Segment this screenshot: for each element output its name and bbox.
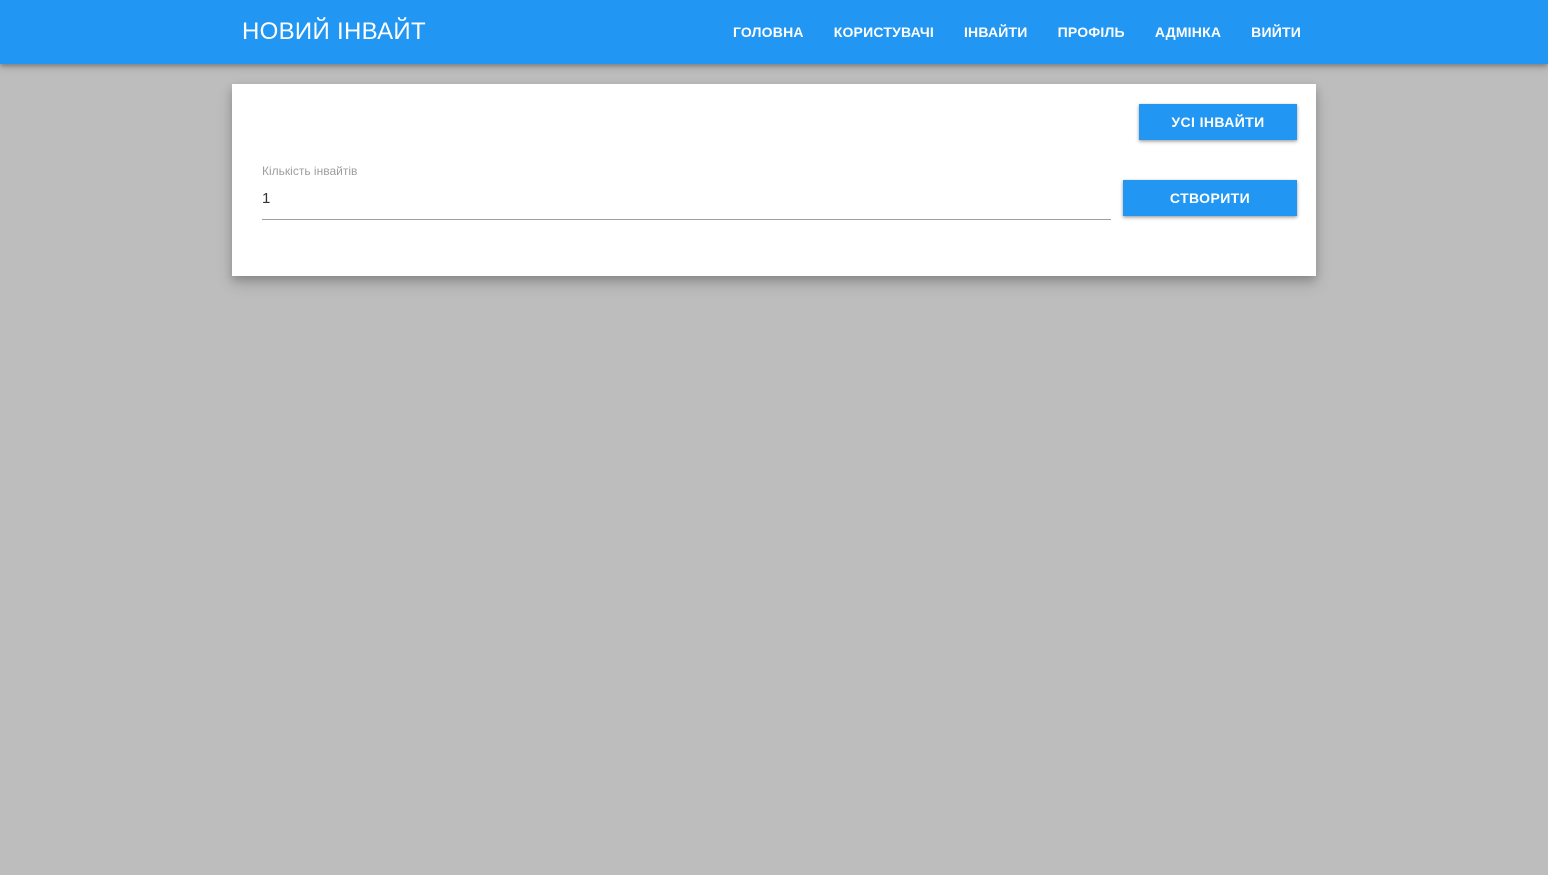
input-underline [262, 219, 1111, 220]
nav-link-admin[interactable]: АДМІНКА [1140, 0, 1236, 64]
nav-link-logout[interactable]: ВИЙТИ [1236, 0, 1316, 64]
nav-link-invites[interactable]: ІНВАЙТИ [949, 0, 1043, 64]
nav-link-users[interactable]: КОРИСТУВАЧІ [819, 0, 949, 64]
nav-link-home[interactable]: ГОЛОВНА [718, 0, 819, 64]
invite-count-field: Кількість інвайтів [262, 162, 1111, 220]
main-nav: ГОЛОВНА КОРИСТУВАЧІ ІНВАЙТИ ПРОФІЛЬ АДМІ… [718, 0, 1316, 64]
nav-link-profile[interactable]: ПРОФІЛЬ [1043, 0, 1140, 64]
invite-count-input[interactable] [262, 186, 1111, 210]
app-bar: НОВИЙ ІНВАЙТ ГОЛОВНА КОРИСТУВАЧІ ІНВАЙТИ… [0, 0, 1548, 64]
create-button[interactable]: СТВОРИТИ [1123, 180, 1297, 216]
invite-card: УСІ ІНВАЙТИ Кількість інвайтів СТВОРИТИ [232, 84, 1316, 276]
all-invites-button[interactable]: УСІ ІНВАЙТИ [1139, 104, 1297, 140]
page-title: НОВИЙ ІНВАЙТ [242, 18, 426, 45]
invite-count-label: Кількість інвайтів [262, 164, 358, 178]
